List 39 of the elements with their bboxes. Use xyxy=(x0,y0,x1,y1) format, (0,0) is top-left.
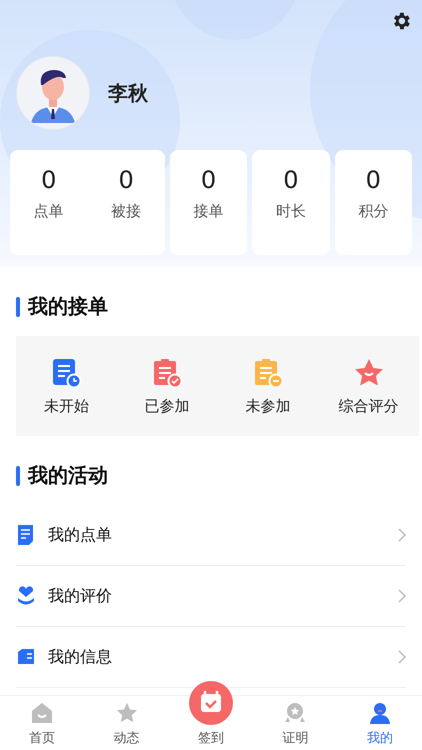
menu-item[interactable]: 我的点单 xyxy=(48,524,386,546)
user-name: 李秋 xyxy=(108,80,148,106)
star-icon xyxy=(352,356,385,388)
stat-label: 接单 xyxy=(194,202,224,221)
order-status-link[interactable]: 未参加 xyxy=(245,396,290,416)
stat-value: 0 xyxy=(366,166,381,194)
tab-item[interactable]: 证明 xyxy=(253,696,338,750)
star-icon xyxy=(114,701,139,725)
tab-item[interactable]: 动态 xyxy=(84,696,169,750)
stat-label: 积分 xyxy=(358,202,388,221)
stat-label: 点单 xyxy=(34,202,64,221)
title-accent xyxy=(16,296,20,316)
menu-item[interactable]: 我的信息 xyxy=(48,646,386,668)
chevron-right-icon xyxy=(398,528,406,542)
order-status-link[interactable]: 未开始 xyxy=(44,396,89,416)
person-icon xyxy=(368,701,392,725)
menu-item[interactable]: 我的评价 xyxy=(48,586,386,606)
section-title: 我的接单 xyxy=(28,293,108,320)
document-clock-icon xyxy=(50,356,82,388)
home-icon xyxy=(30,701,54,725)
stat-label: 时长 xyxy=(276,202,306,221)
clipboard-check-icon xyxy=(151,356,184,388)
tab-item[interactable]: 首页 xyxy=(0,696,84,750)
order-status-link[interactable]: 综合评分 xyxy=(338,396,399,416)
title-accent xyxy=(16,466,20,486)
tab-item[interactable]: 签到 xyxy=(168,674,254,750)
stat-value: 0 xyxy=(283,166,299,194)
order-status-link[interactable]: 已参加 xyxy=(144,396,190,416)
chevron-right-icon xyxy=(398,589,406,603)
stat-value: 0 xyxy=(200,166,216,194)
heart-icon xyxy=(16,585,36,607)
document-icon xyxy=(16,524,36,546)
section-title: 我的活动 xyxy=(28,462,108,489)
stat-label: 被接 xyxy=(111,202,142,221)
tab-item[interactable]: 我的 xyxy=(338,696,422,750)
medal-icon xyxy=(283,701,308,725)
stat-value: 0 xyxy=(41,166,56,194)
chevron-right-icon xyxy=(398,650,406,664)
stat-value: 0 xyxy=(118,166,134,194)
